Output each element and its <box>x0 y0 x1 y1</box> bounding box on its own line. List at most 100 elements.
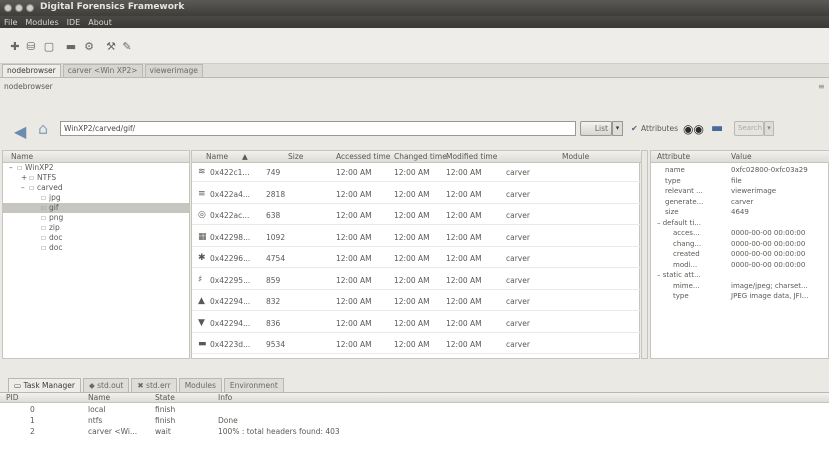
menu-modules[interactable]: Modules <box>25 18 58 27</box>
close-window-button[interactable] <box>4 4 12 12</box>
tree-item[interactable]: + ▫ NTFS <box>3 173 189 183</box>
window-controls[interactable] <box>4 4 34 12</box>
node-tree: Name – ▫ WinXP2 + ▫ NTFS – ▫ carved ▫ jpg ▫ gif ▫ png ▫… <box>2 150 190 359</box>
col-modified[interactable]: Modified time <box>446 152 497 161</box>
table-row[interactable]: ▲ 0x42294... 832 12:00 AM 12:00 AM 12:00 AM ca… <box>192 292 641 311</box>
col-name[interactable]: Name <box>206 152 228 161</box>
tree-expander[interactable]: – <box>9 163 13 173</box>
attribute-row[interactable]: mime... image/jpeg; charset... <box>651 282 829 291</box>
attributes-label: Attributes <box>641 124 679 133</box>
tab-nodebrowser[interactable]: nodebrowser <box>2 64 61 77</box>
task-row[interactable]: 0 local finish <box>0 405 829 415</box>
tree-item-label: jpg <box>49 193 61 202</box>
binoculars-icon[interactable]: ◉◉ <box>683 122 704 136</box>
tab-task-manager[interactable]: ▭ Task Manager <box>8 378 81 392</box>
attribute-row[interactable]: generate... carver <box>651 198 829 207</box>
col-accessed[interactable]: Accessed time <box>336 152 390 161</box>
attribute-row[interactable]: modi... 0000-00-00 00:00:00 <box>651 261 829 270</box>
task-row[interactable]: 1 ntfs finish Done <box>0 416 829 426</box>
menu-file[interactable]: File <box>4 18 17 27</box>
table-row[interactable]: ≡ 0x422a4... 2818 12:00 AM 12:00 AM 12:00 AM c… <box>192 185 641 204</box>
view-mode-button[interactable]: List <box>580 121 612 136</box>
menu-ide[interactable]: IDE <box>67 18 81 27</box>
tab-carver[interactable]: carver <Win XP2> <box>62 64 143 77</box>
tab-viewerimage[interactable]: viewerimage <box>144 64 203 77</box>
network-icon[interactable]: ⚙ <box>82 40 96 53</box>
maximize-window-button[interactable] <box>26 4 34 12</box>
task-state: finish <box>155 405 176 414</box>
col-changed[interactable]: Changed time <box>394 152 447 161</box>
cell-changed: 12:00 AM <box>394 275 430 285</box>
table-row[interactable]: ≋ 0x422c1... 749 12:00 AM 12:00 AM 12:00 AM ca… <box>192 163 641 182</box>
cell-size: 9534 <box>266 340 286 349</box>
attribute-row[interactable]: name 0xfc02800-0xfc03a29 <box>651 166 829 175</box>
back-arrow-icon[interactable]: ◀ <box>14 122 26 141</box>
cell-changed: 12:00 AM <box>394 254 430 263</box>
path-input[interactable]: WinXP2/carved/gif/ <box>60 121 576 136</box>
attributes-checkbox[interactable]: ✔ <box>631 124 638 133</box>
col-size[interactable]: Size <box>288 152 303 161</box>
home-icon[interactable]: ⌂ <box>38 119 58 138</box>
col-pid[interactable]: PID <box>6 393 19 402</box>
table-row[interactable]: ▦ 0x42298... 1092 12:00 AM 12:00 AM 12:00 AM c… <box>192 228 641 247</box>
tab-modules[interactable]: Modules <box>178 378 222 392</box>
tree-expander[interactable]: + <box>21 173 27 183</box>
tools-icon[interactable]: ⚒ <box>104 40 118 53</box>
col-module[interactable]: Module <box>562 152 589 161</box>
attribute-row[interactable]: chang... 0000-00-00 00:00:00 <box>651 240 829 249</box>
col-state[interactable]: State <box>155 393 175 402</box>
tree-expander[interactable]: – <box>21 183 25 193</box>
tree-item[interactable]: ▫ png <box>3 213 189 223</box>
file-list: Name ▲ Size Accessed time Changed time M… <box>191 150 641 359</box>
tree-item[interactable]: ▫ doc <box>3 233 189 243</box>
tab-stderr-label: std.err <box>146 381 171 390</box>
attribute-row[interactable]: – default ti... <box>651 219 829 228</box>
blank-page-icon[interactable]: ▢ <box>42 40 56 53</box>
col-task-name[interactable]: Name <box>88 393 110 402</box>
attribute-row[interactable]: type JPEG image data, JFI... <box>651 292 829 301</box>
attribute-row[interactable]: created 0000-00-00 00:00:00 <box>651 250 829 259</box>
table-row[interactable]: ✱ 0x42296... 4754 12:00 AM 12:00 AM 12:00 AM c… <box>192 249 641 268</box>
attribute-row[interactable]: acces... 0000-00-00 00:00:00 <box>651 229 829 238</box>
tree-header[interactable]: Name <box>3 151 189 163</box>
tree-item[interactable]: – ▫ WinXP2 <box>3 163 189 173</box>
attribute-row[interactable]: size 4649 <box>651 208 829 217</box>
table-row[interactable]: ▼ 0x42294... 836 12:00 AM 12:00 AM 12:00 AM ca… <box>192 314 641 333</box>
table-row[interactable]: ▬ 0x4223d... 9534 12:00 AM 12:00 AM 12:00 AM c… <box>192 335 641 354</box>
thumbnail-view-icon[interactable]: ▬ <box>711 121 723 136</box>
attribute-row[interactable]: – static att... <box>651 271 829 280</box>
tab-stderr[interactable]: ✖ std.err <box>131 378 177 392</box>
tab-stdout[interactable]: ◆ std.out <box>82 378 130 392</box>
search-button[interactable]: Search <box>734 121 764 136</box>
cell-accessed: 12:00 AM <box>336 168 372 177</box>
view-mode-dropdown-icon[interactable]: ▾ <box>612 121 623 136</box>
monitor-icon[interactable]: ▬ <box>64 40 78 53</box>
pane-menu-icon[interactable]: ≡ <box>818 82 825 91</box>
stdout-icon: ◆ <box>88 381 98 390</box>
tree-item[interactable]: – ▫ carved <box>3 183 189 193</box>
add-icon[interactable]: ✚ <box>8 40 22 53</box>
open-dump-icon[interactable]: ⛁ <box>24 40 38 53</box>
tab-environment[interactable]: Environment <box>223 378 284 392</box>
cell-accessed: 12:00 AM <box>336 211 372 220</box>
tree-item[interactable]: ▫ doc <box>3 243 189 253</box>
table-row[interactable]: ♯ 0x42295... 859 12:00 AM 12:00 AM 12:00 AM ca… <box>192 271 641 290</box>
cell-module: carver <box>506 318 530 328</box>
attribute-value: 0000-00-00 00:00:00 <box>731 260 806 269</box>
tree-item[interactable]: ▫ gif <box>3 203 189 213</box>
attribute-row[interactable]: relevant ... viewerimage <box>651 187 829 196</box>
minimize-window-button[interactable] <box>15 4 23 12</box>
search-dropdown-icon[interactable]: ▾ <box>764 121 774 136</box>
task-row[interactable]: 2 carver <Wi... wait 100% : total headers f… <box>0 427 829 437</box>
col-attribute[interactable]: Attribute <box>657 152 690 161</box>
menu-about[interactable]: About <box>88 18 112 27</box>
script-icon[interactable]: ✎ <box>120 40 134 53</box>
col-value[interactable]: Value <box>731 152 752 161</box>
file-list-header: Name ▲ Size Accessed time Changed time M… <box>192 151 641 163</box>
col-info[interactable]: Info <box>218 393 232 402</box>
file-list-scrollbar[interactable] <box>641 150 648 359</box>
tree-item[interactable]: ▫ jpg <box>3 193 189 203</box>
table-row[interactable]: ◎ 0x422ac... 638 12:00 AM 12:00 AM 12:00 AM ca… <box>192 206 641 225</box>
attribute-row[interactable]: type file <box>651 177 829 186</box>
tree-item[interactable]: ▫ zip <box>3 223 189 233</box>
